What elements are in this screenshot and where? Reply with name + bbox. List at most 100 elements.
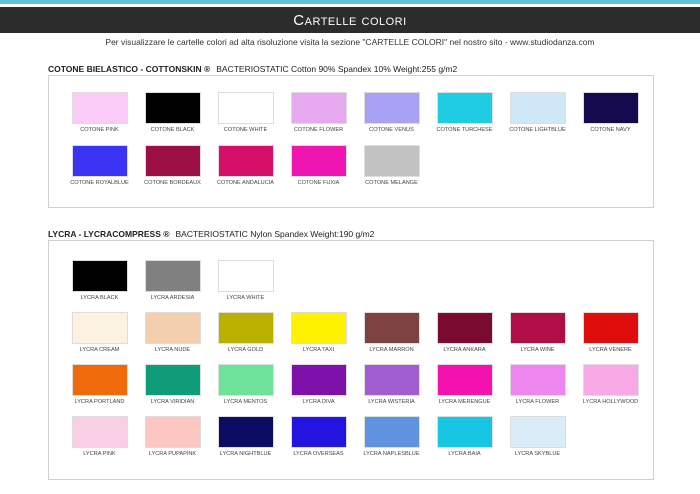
color-swatch <box>144 312 201 344</box>
color-swatch-item: LYCRA PUPAPINK <box>136 416 209 457</box>
swatch-label: COTONE ANDALUCIA <box>216 180 275 186</box>
color-swatch-item: LYCRA DIVA <box>282 364 355 405</box>
empty-cell <box>574 145 647 186</box>
color-swatch <box>509 364 566 396</box>
section-details: BACTERIOSTATIC Nylon Spandex Weight:190 … <box>175 229 375 239</box>
swatch-label: COTONE MELANGE <box>365 180 418 186</box>
swatch-label: LYCRA WINE <box>520 347 555 353</box>
color-swatch-item: LYCRA MERENGUE <box>428 364 501 405</box>
swatch-label: LYCRA MARRON <box>369 347 414 353</box>
empty-cell <box>355 260 428 301</box>
color-swatch-item: COTONE NAVY <box>574 92 647 133</box>
section-name: LYCRA - LYCRACOMPRESS ® <box>48 229 170 239</box>
swatch-label: COTONE BORDEAUX <box>144 180 201 186</box>
empty-cell <box>501 260 574 301</box>
color-swatch <box>144 92 201 124</box>
swatch-label: LYCRA GOLD <box>227 347 264 353</box>
empty-cell <box>574 416 647 457</box>
color-swatch <box>71 92 128 124</box>
color-swatch-item: LYCRA NAPLESBLUE <box>355 416 428 457</box>
color-swatch <box>71 260 128 292</box>
color-swatch <box>363 92 420 124</box>
color-swatch-item: LYCRA VENERE <box>574 312 647 353</box>
color-swatch-item: LYCRA MENTOS <box>209 364 282 405</box>
swatch-label: LYCRA NUDE <box>154 347 191 353</box>
color-swatch-item: LYCRA MARRON <box>355 312 428 353</box>
swatch-label: LYCRA FLOWER <box>515 399 560 405</box>
color-swatch <box>509 92 566 124</box>
swatch-label: LYCRA ANKARA <box>443 347 486 353</box>
swatch-label: COTONE TURCHESE <box>436 127 493 133</box>
color-swatch <box>509 416 566 448</box>
swatch-label: LYCRA OVERSEAS <box>293 451 344 457</box>
color-swatch-item: COTONE FUXIA <box>282 145 355 186</box>
color-swatch-item: COTONE ANDALUCIA <box>209 145 282 186</box>
color-swatch-item: LYCRA BLACK <box>63 260 136 301</box>
color-swatch-item: LYCRA CREAM <box>63 312 136 353</box>
color-swatch <box>71 312 128 344</box>
color-swatch-item: LYCRA NUDE <box>136 312 209 353</box>
color-swatch-item: LYCRA PORTLAND <box>63 364 136 405</box>
swatch-label: LYCRA ARDESIA <box>150 295 195 301</box>
color-swatch <box>290 312 347 344</box>
color-swatch <box>509 312 566 344</box>
color-swatch <box>217 92 274 124</box>
color-swatch <box>217 364 274 396</box>
swatch-label: COTONE LIGHTBLUE <box>509 127 566 133</box>
swatch-label: COTONE PINK <box>80 127 119 133</box>
section-name: COTONE BIELASTICO - COTTONSKIN ® <box>48 64 211 74</box>
color-swatch <box>582 364 639 396</box>
color-swatch <box>436 312 493 344</box>
swatch-label: COTONE FUXIA <box>297 180 340 186</box>
swatch-panel-lycra: LYCRA BLACK LYCRA ARDESIA LYCRA WHITE LYCRA… <box>48 240 654 480</box>
color-swatch <box>363 416 420 448</box>
color-swatch-item: LYCRA ARDESIA <box>136 260 209 301</box>
swatch-label: LYCRA SKYBLUE <box>514 451 561 457</box>
empty-cell <box>501 145 574 186</box>
color-swatch <box>144 364 201 396</box>
section-details: BACTERIOSTATIC Cotton 90% Spandex 10% We… <box>216 64 458 74</box>
swatch-label: LYCRA TAXI <box>302 347 335 353</box>
color-swatch <box>436 92 493 124</box>
empty-cell <box>428 145 501 186</box>
color-swatch-item: LYCRA WISTERIA <box>355 364 428 405</box>
color-swatch-item: COTONE PINK <box>63 92 136 133</box>
page-title: Cartelle colori <box>293 11 407 29</box>
color-swatch <box>71 145 128 177</box>
section-title-lycra: LYCRA - LYCRACOMPRESS ® BACTERIOSTATIC Ny… <box>48 229 374 239</box>
color-swatch <box>363 312 420 344</box>
color-swatch <box>217 312 274 344</box>
color-swatch <box>290 92 347 124</box>
color-swatch <box>290 416 347 448</box>
color-swatch <box>436 364 493 396</box>
color-swatch <box>71 364 128 396</box>
swatch-label: COTONE ROYALBLUE <box>70 180 129 186</box>
color-swatch <box>71 416 128 448</box>
color-swatch <box>436 416 493 448</box>
swatch-label: LYCRA MENTOS <box>223 399 268 405</box>
color-swatch-item: LYCRA FLOWER <box>501 364 574 405</box>
color-swatch <box>363 364 420 396</box>
swatch-label: LYCRA BAIA <box>448 451 481 457</box>
color-swatch <box>144 260 201 292</box>
color-swatch-item: COTONE FLOWER <box>282 92 355 133</box>
swatch-grid-cotone: COTONE PINK COTONE BLACK COTONE WHITE COTON… <box>63 92 647 186</box>
empty-cell <box>282 260 355 301</box>
swatch-label: LYCRA CREAM <box>79 347 120 353</box>
color-swatch <box>582 312 639 344</box>
color-swatch <box>144 416 201 448</box>
color-swatch <box>217 416 274 448</box>
color-swatch <box>290 145 347 177</box>
swatch-label: LYCRA DIVA <box>302 399 335 405</box>
section-title-cotone: COTONE BIELASTICO - COTTONSKIN ® BACTERIO… <box>48 64 457 74</box>
swatch-label: LYCRA NIGHTBLUE <box>219 451 272 457</box>
swatch-label: LYCRA VIRIDIAN <box>150 399 195 405</box>
color-swatch-item: LYCRA HOLLYWOOD <box>574 364 647 405</box>
swatch-label: COTONE FLOWER <box>293 127 344 133</box>
color-swatch-item: COTONE TURCHESE <box>428 92 501 133</box>
color-swatch-item: COTONE BLACK <box>136 92 209 133</box>
color-swatch-item: LYCRA ANKARA <box>428 312 501 353</box>
color-swatch <box>217 260 274 292</box>
color-swatch-item: LYCRA WINE <box>501 312 574 353</box>
color-swatch-item: COTONE LIGHTBLUE <box>501 92 574 133</box>
